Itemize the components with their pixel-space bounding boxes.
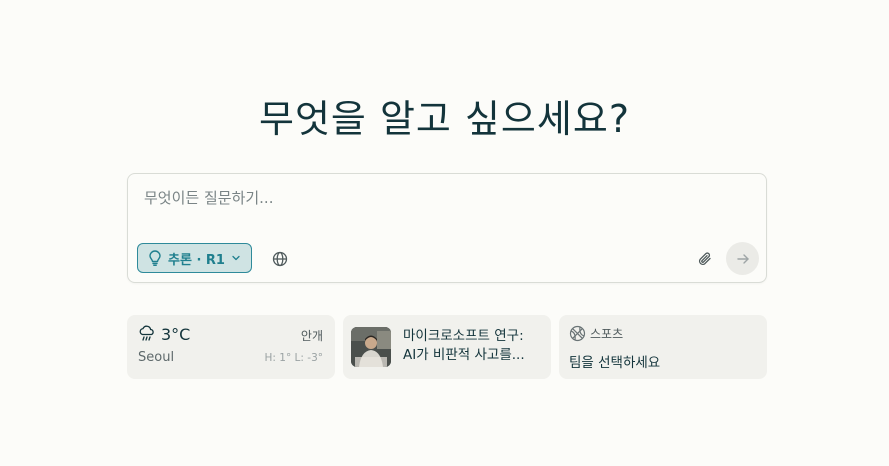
search-input[interactable]	[144, 186, 744, 210]
news-card[interactable]: 마이크로소프트 연구: AI가 비판적 사고를...	[343, 315, 551, 379]
news-thumbnail	[351, 327, 391, 367]
page-title: 무엇을 알고 싶으세요?	[259, 97, 630, 141]
lightbulb-icon	[148, 250, 162, 266]
sports-label: 스포츠	[590, 327, 624, 341]
reasoning-mode-label: 추론 · R1	[168, 252, 225, 268]
select-team-prompt: 팀을 선택하세요	[569, 355, 661, 371]
basketball-icon	[568, 324, 586, 342]
weather-city: Seoul	[138, 350, 175, 365]
cloud-rain-icon	[138, 325, 156, 343]
search-box: 추론 · R1	[127, 173, 767, 283]
news-headline: 마이크로소프트 연구: AI가 비판적 사고를...	[403, 327, 543, 365]
chevron-down-icon	[231, 253, 241, 263]
weather-condition: 안개	[300, 329, 323, 343]
globe-icon[interactable]	[268, 247, 292, 271]
weather-temperature: 3°C	[161, 325, 191, 344]
reasoning-mode-button[interactable]: 추론 · R1	[137, 243, 252, 273]
weather-high-low: H: 1° L: -3°	[264, 352, 323, 364]
paperclip-icon[interactable]	[693, 247, 717, 271]
arrow-right-icon	[736, 252, 750, 266]
submit-button[interactable]	[726, 242, 759, 275]
page: 무엇을 알고 싶으세요? 추론 · R1	[0, 0, 889, 466]
weather-card[interactable]: 3°C 안개 Seoul H: 1° L: -3°	[127, 315, 335, 379]
news-headline-line-1: 마이크로소프트 연구:	[403, 328, 524, 344]
sports-card[interactable]: 스포츠 팀을 선택하세요	[559, 315, 767, 379]
news-headline-line-2: AI가 비판적 사고를...	[403, 347, 525, 363]
